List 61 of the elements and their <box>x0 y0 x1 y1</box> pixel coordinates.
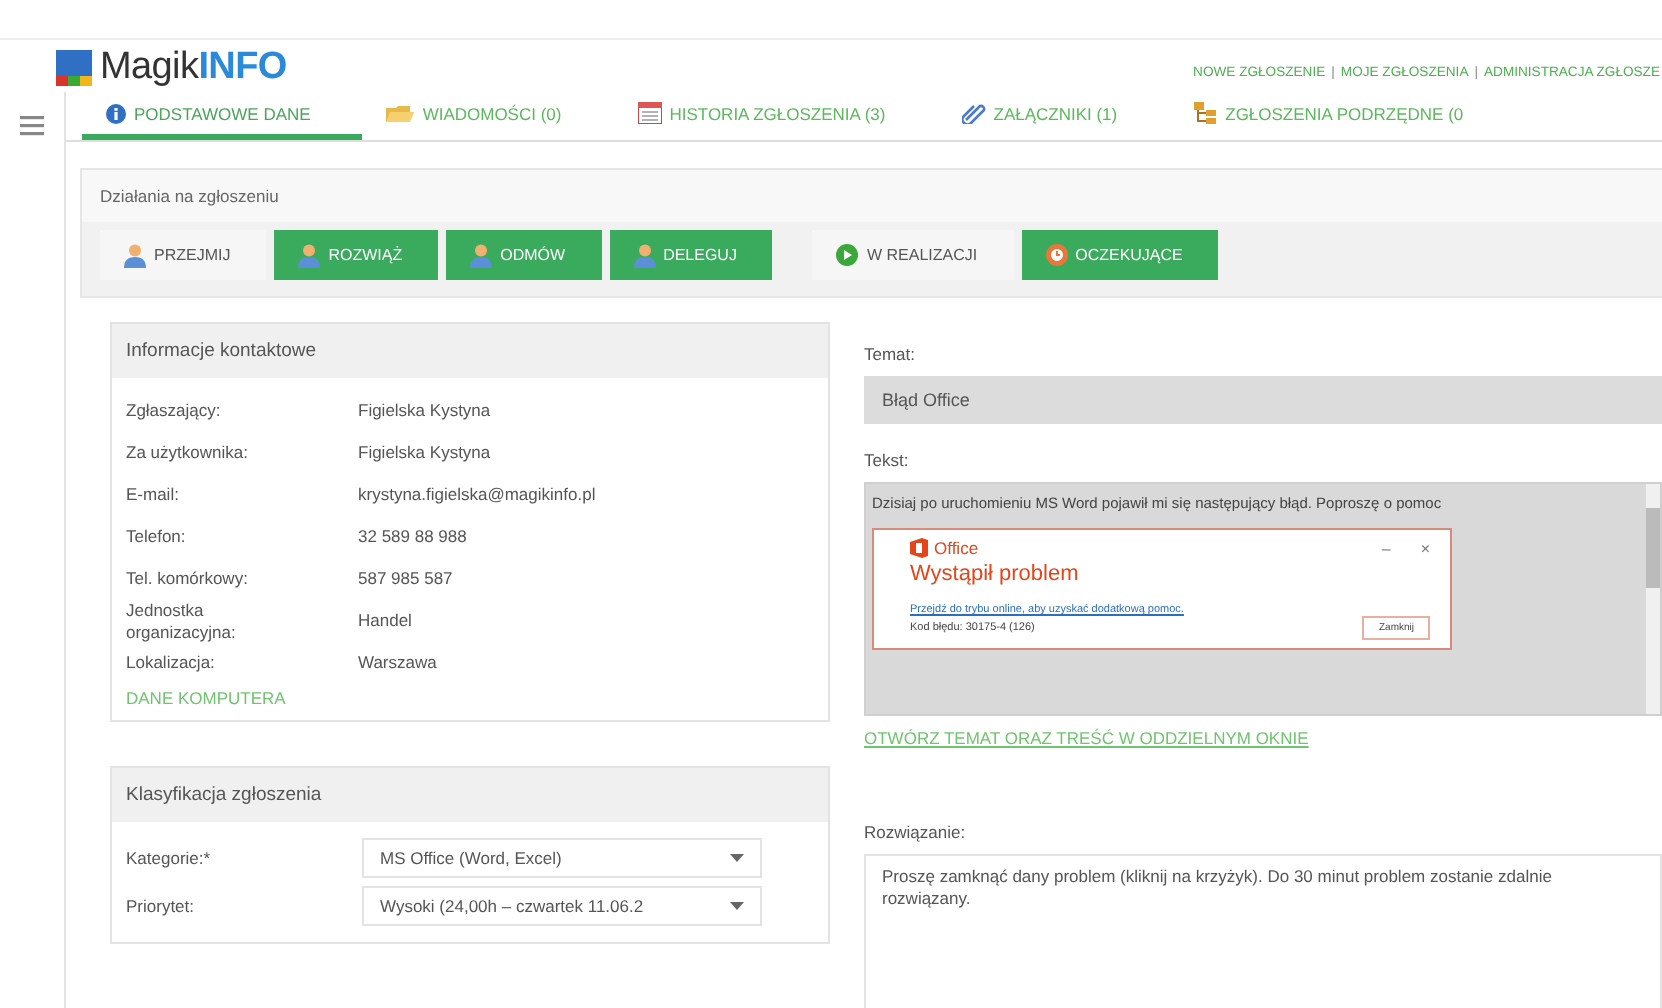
action-button[interactable]: PRZEJMIJ <box>100 230 267 280</box>
field-value: 32 589 88 988 <box>358 526 467 548</box>
action-button[interactable]: ODMÓW <box>446 230 602 280</box>
open-window-link[interactable]: OTWÓRZ TEMAT ORAZ TREŚĆ W ODDZIELNYM OKNIE <box>864 728 1662 748</box>
logo-text: MagikINFO <box>100 46 287 90</box>
tab[interactable]: PODSTAWOWE DANE <box>82 92 363 140</box>
subject-field[interactable]: Błąd Office <box>864 376 1662 424</box>
info-icon <box>106 103 126 123</box>
field-label: Lokalizacja: <box>126 652 217 675</box>
person-icon <box>470 243 493 267</box>
field-value: Warszawa <box>358 652 437 675</box>
field-label: Kategorie:* <box>126 848 213 869</box>
field-label: Priorytet: <box>126 896 197 917</box>
status-button[interactable]: W REALIZACJI <box>812 230 1014 280</box>
calendar-icon <box>637 102 662 124</box>
error-heading: Wystąpił problem <box>910 562 1081 586</box>
field-value: Figielska Kystyna <box>358 400 491 422</box>
field-label: Jednostka organizacyjna: <box>126 600 238 643</box>
card-title: Klasyfikacja zgłoszenia <box>112 768 828 823</box>
field-value: Handel <box>358 610 412 632</box>
tab[interactable]: ZGŁOSZENIA PODRZĘDNE (0 <box>1169 92 1516 140</box>
person-icon <box>124 243 146 267</box>
person-icon <box>298 243 321 267</box>
caret-icon <box>730 902 744 911</box>
field-label: Za użytkownika: <box>126 442 250 464</box>
tab[interactable]: WIADOMOŚCI (0) <box>362 92 614 140</box>
app-name: Office <box>934 538 981 558</box>
field-label: Tekst: <box>864 450 911 470</box>
clock-icon <box>1045 244 1068 266</box>
computer-data-link[interactable]: DANE KOMPUTERA <box>126 688 814 709</box>
field-value: 587 985 587 <box>358 568 453 590</box>
hierarchy-icon <box>1193 101 1218 125</box>
field-label: Telefon: <box>126 526 188 548</box>
panel-title: Działania na zgłoszeniu <box>82 170 1662 222</box>
tab[interactable]: HISTORIA ZGŁOSZENIA (3) <box>613 92 938 140</box>
solution-field[interactable]: Proszę zamknąć dany problem (kliknij na krzyżyk). Do 30 minut problem zostanie zdalnie rozwiązany. <box>864 854 1662 1008</box>
dropdown-field[interactable]: Wysoki (24,00h – czwartek 11.06.2 <box>362 886 762 927</box>
office-logo-icon <box>910 538 928 558</box>
caret-icon <box>730 854 744 863</box>
scrollbar[interactable] <box>1646 484 1660 714</box>
menu-icon[interactable] <box>20 116 44 136</box>
action-button[interactable]: DELEGUJ <box>609 230 773 280</box>
close-label: × <box>1420 539 1430 557</box>
logo-icon <box>56 50 92 86</box>
action-button[interactable]: ROZWIĄŻ <box>274 230 439 280</box>
status-button[interactable]: OCZEKUJĄCE <box>1021 230 1219 280</box>
field-value: krystyna.figielska@magikinfo.pl <box>358 484 596 506</box>
card-title: Informacje kontaktowe <box>112 324 828 378</box>
play-icon <box>836 244 859 266</box>
field-label: Zgłaszający: <box>126 400 223 422</box>
paperclip-icon <box>961 102 986 124</box>
person-icon <box>633 243 656 267</box>
dropdown-field[interactable]: MS Office (Word, Excel) <box>362 838 762 879</box>
field-label: Rozwiązanie: <box>864 822 968 842</box>
field-label: E-mail: <box>126 484 181 506</box>
folder-icon <box>386 103 415 123</box>
minimize-label: – <box>1381 539 1391 557</box>
tab[interactable]: ZAŁĄCZNIKI (1) <box>937 92 1170 140</box>
field-value: Figielska Kystyna <box>358 442 491 464</box>
field-label: Temat: <box>864 344 918 364</box>
field-label: Tel. komórkowy: <box>126 568 250 590</box>
